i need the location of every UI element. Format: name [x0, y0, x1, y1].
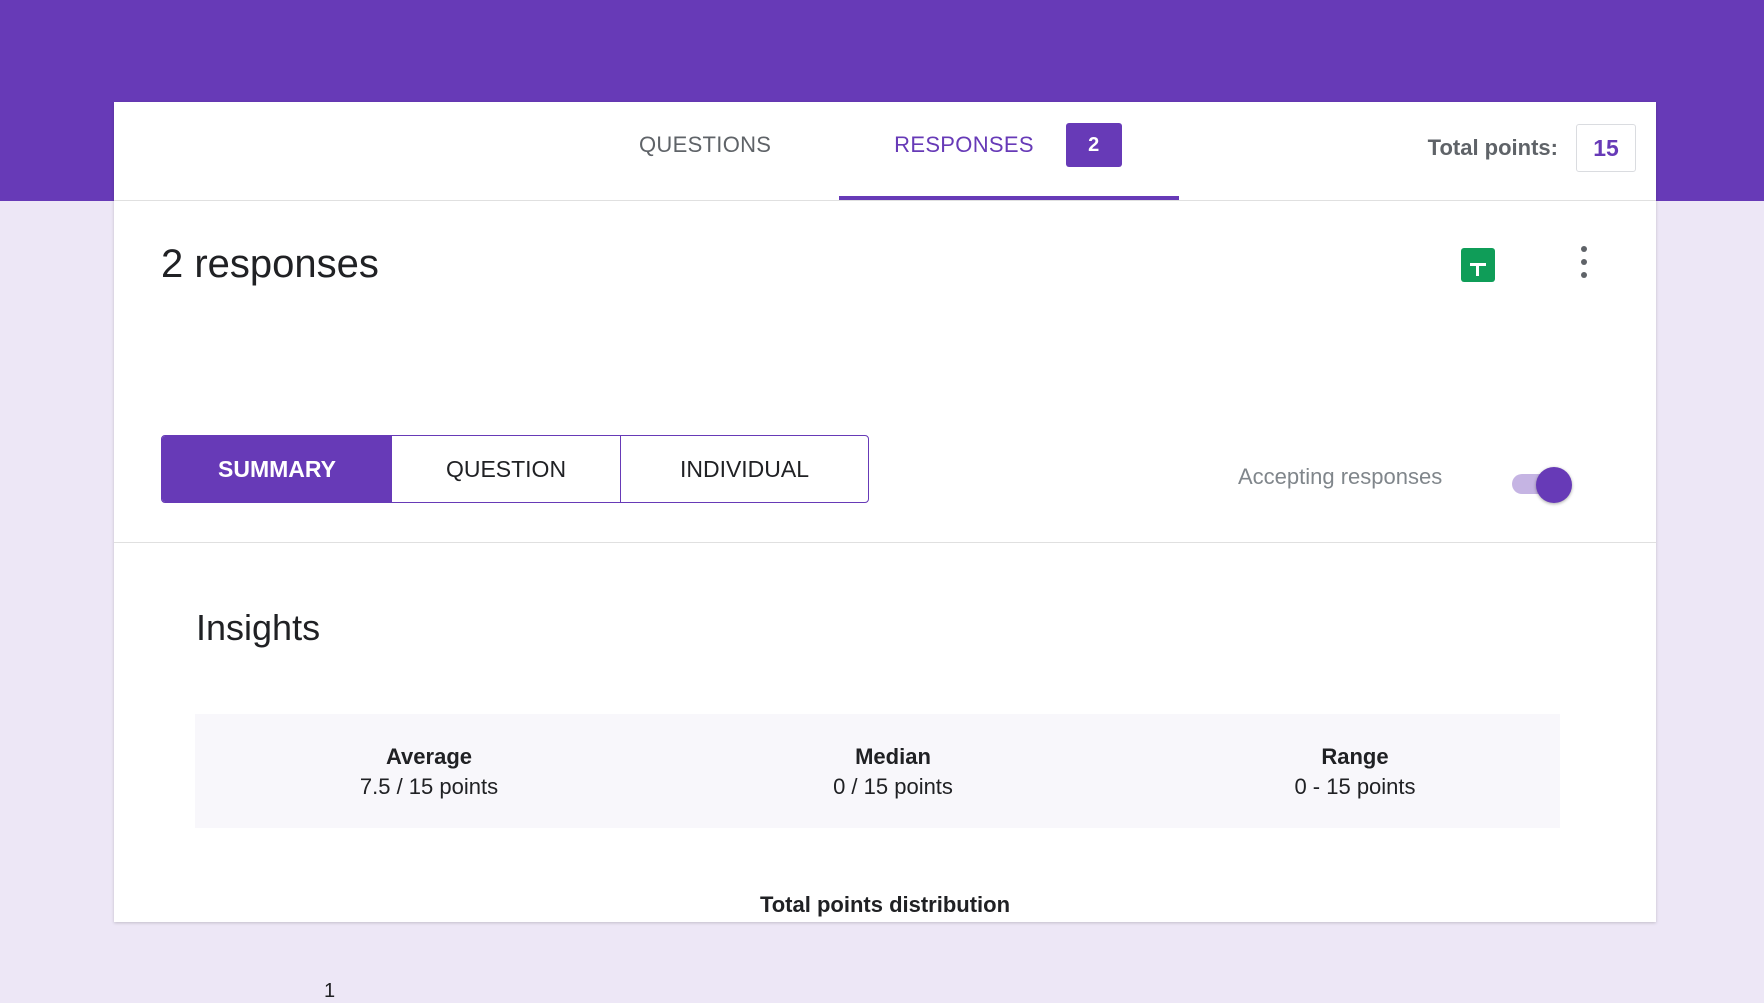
more-dot: [1581, 259, 1587, 265]
accepting-responses: Accepting responses: [1238, 464, 1442, 490]
form-card: QUESTIONS RESPONSES 2 Total points: 15 2…: [114, 102, 1656, 1002]
segment-question[interactable]: QUESTION: [392, 436, 621, 502]
responses-count-badge: 2: [1065, 123, 1122, 167]
create-spreadsheet-icon[interactable]: [1461, 248, 1495, 282]
insights-stats: Average 7.5 / 15 points Median 0 / 15 po…: [195, 714, 1560, 828]
tab-questions[interactable]: QUESTIONS: [639, 96, 771, 194]
distribution-y-tick: 1: [324, 980, 336, 1002]
section-divider: [114, 542, 1656, 543]
accepting-responses-label: Accepting responses: [1238, 464, 1443, 489]
segment-summary[interactable]: SUMMARY: [162, 436, 392, 502]
more-dot: [1581, 246, 1587, 252]
stat-average: Average 7.5 / 15 points: [279, 744, 579, 800]
more-dot: [1581, 272, 1587, 278]
total-points: Total points: 15: [1428, 124, 1636, 172]
stat-label: Median: [855, 744, 931, 769]
form-tab-bar: QUESTIONS RESPONSES 2 Total points: 15: [114, 102, 1656, 201]
active-tab-indicator: [839, 196, 1179, 200]
tab-questions-label: QUESTIONS: [639, 132, 772, 157]
stat-range: Range 0 - 15 points: [1205, 744, 1505, 800]
distribution-title: Total points distribution: [759, 892, 1011, 917]
stat-label: Range: [1321, 744, 1389, 769]
responses-title: 2 responses: [161, 242, 379, 286]
stat-value: 0 - 15 points: [1294, 774, 1416, 799]
toggle-thumb: [1536, 467, 1572, 503]
total-points-label: Total points:: [1427, 135, 1558, 160]
insights-title: Insights: [196, 607, 321, 648]
view-segmented-control: SUMMARY QUESTION INDIVIDUAL: [161, 435, 869, 503]
stat-value: 7.5 / 15 points: [359, 774, 499, 799]
stat-value: 0 / 15 points: [833, 774, 953, 799]
accepting-responses-toggle[interactable]: [1512, 467, 1572, 503]
stat-median: Median 0 / 15 points: [743, 744, 1043, 800]
tab-responses[interactable]: RESPONSES 2: [838, 96, 1178, 194]
more-vert-icon[interactable]: [1569, 242, 1599, 286]
tab-responses-label: RESPONSES: [894, 132, 1034, 157]
stat-label: Average: [385, 744, 472, 769]
total-points-value[interactable]: 15: [1576, 124, 1636, 172]
segment-individual[interactable]: INDIVIDUAL: [621, 436, 868, 502]
